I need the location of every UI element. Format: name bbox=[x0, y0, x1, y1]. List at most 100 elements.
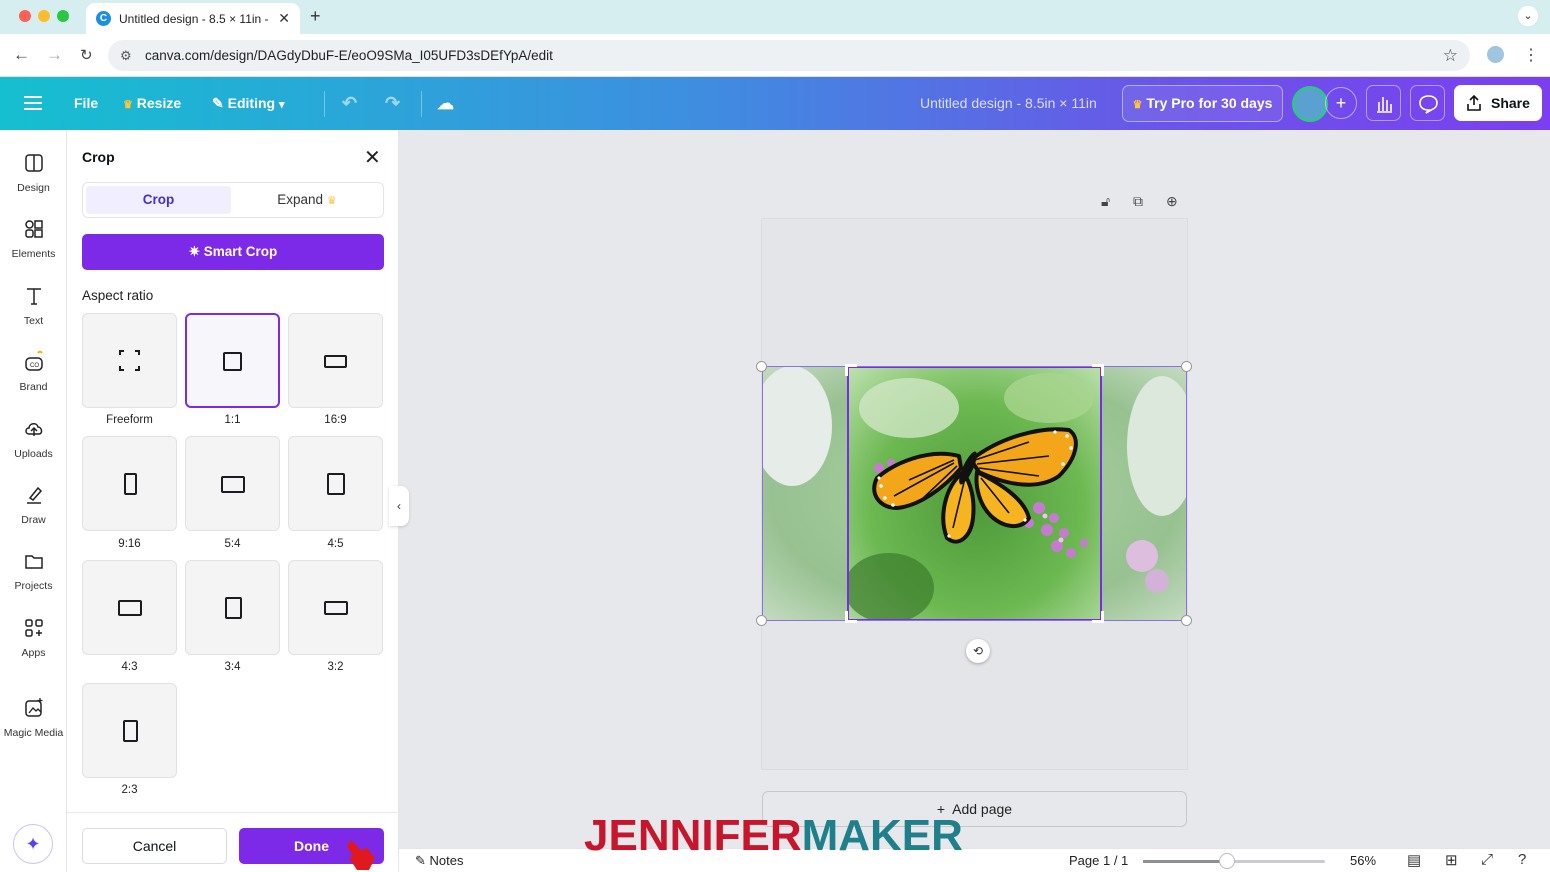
rotate-icon: ⟲ bbox=[972, 644, 984, 658]
rail-item-magic-media[interactable]: Magic Media bbox=[0, 697, 67, 739]
url-input[interactable]: ⚙ canva.com/design/DAGdyDbuF-E/eoO9SMa_I… bbox=[108, 40, 1470, 71]
ratio-tile-9-16[interactable] bbox=[82, 436, 177, 531]
help-icon[interactable]: ? bbox=[1518, 851, 1526, 868]
browser-profile-avatar[interactable] bbox=[1485, 44, 1506, 65]
tab-expand[interactable]: Expand ♛ bbox=[233, 186, 381, 214]
rail-item-projects[interactable]: Projects bbox=[0, 550, 67, 592]
ratio-tile-4-5[interactable] bbox=[288, 436, 383, 531]
close-window-button[interactable] bbox=[19, 10, 31, 22]
new-tab-button[interactable]: + bbox=[310, 6, 321, 27]
crop-corner-handle[interactable] bbox=[1092, 364, 1104, 376]
duplicate-page-icon[interactable]: ⧉ bbox=[1133, 193, 1143, 210]
rail-item-draw[interactable]: Draw bbox=[0, 484, 67, 526]
rail-item-brand[interactable]: CO Brand bbox=[0, 351, 67, 393]
rail-item-uploads[interactable]: Uploads bbox=[0, 418, 67, 460]
main-menu-icon[interactable] bbox=[24, 96, 42, 110]
tab-close-icon[interactable]: ✕ bbox=[278, 10, 290, 27]
notes-button[interactable]: ✎ Notes bbox=[415, 853, 464, 869]
comments-button[interactable] bbox=[1410, 85, 1445, 121]
text-icon bbox=[26, 288, 41, 305]
editing-mode-button[interactable]: ✎ Editing ▾ bbox=[212, 77, 284, 130]
ratio-tile-3-4[interactable] bbox=[185, 560, 280, 655]
browser-menu-icon[interactable]: ⋮ bbox=[1523, 45, 1539, 65]
apps-icon bbox=[24, 619, 43, 637]
reload-icon[interactable]: ↻ bbox=[80, 46, 93, 64]
close-icon[interactable]: ✕ bbox=[364, 145, 381, 170]
crop-corner-handle[interactable] bbox=[1092, 611, 1104, 623]
ratio-tile-2-3[interactable] bbox=[82, 683, 177, 778]
ratio-tile-3-2[interactable] bbox=[288, 560, 383, 655]
resize-button[interactable]: ♛ Resize bbox=[123, 77, 181, 130]
cloud-save-icon[interactable]: ☁ bbox=[437, 77, 454, 130]
bar-chart-icon bbox=[1377, 97, 1392, 113]
page-view-icon[interactable]: ▤ bbox=[1407, 851, 1421, 869]
maximize-window-button[interactable] bbox=[57, 10, 69, 22]
resize-label: Resize bbox=[136, 95, 182, 111]
rail-item-design[interactable]: Design bbox=[0, 152, 67, 194]
design-icon bbox=[24, 154, 43, 172]
insights-button[interactable] bbox=[1366, 85, 1401, 121]
page-indicator[interactable]: Page 1 / 1 bbox=[1069, 853, 1128, 868]
rail-item-label: Draw bbox=[21, 514, 46, 526]
crown-icon: ♛ bbox=[326, 195, 337, 207]
editing-label: Editing bbox=[227, 95, 276, 111]
rail-item-text[interactable]: Text bbox=[0, 285, 67, 327]
fullscreen-icon[interactable]: ⤢ bbox=[1481, 851, 1493, 868]
portrait-ratio-icon bbox=[225, 597, 242, 619]
watermark-part2: MAKER bbox=[801, 811, 963, 860]
zoom-level[interactable]: 56% bbox=[1350, 853, 1376, 868]
browser-tab[interactable]: C Untitled design - 8.5 × 11in - ✕ bbox=[86, 3, 300, 34]
bookmark-star-icon[interactable]: ☆ bbox=[1443, 40, 1458, 71]
rotate-handle[interactable]: ⟲ bbox=[966, 639, 990, 663]
resize-handle[interactable] bbox=[1181, 361, 1192, 372]
canva-favicon-icon: C bbox=[96, 11, 111, 26]
comment-icon bbox=[1419, 95, 1438, 114]
site-settings-icon[interactable]: ⚙ bbox=[120, 40, 132, 71]
undo-icon[interactable]: ↶ bbox=[342, 77, 357, 130]
add-collaborator-button[interactable]: + bbox=[1325, 87, 1357, 119]
redo-icon[interactable]: ↷ bbox=[385, 77, 400, 130]
portrait-ratio-icon bbox=[327, 473, 345, 495]
resize-handle[interactable] bbox=[756, 361, 767, 372]
resize-handle[interactable] bbox=[756, 615, 767, 626]
magic-assistant-button[interactable]: ✦ bbox=[13, 824, 53, 864]
ratio-tile-freeform[interactable] bbox=[82, 313, 177, 408]
file-menu-button[interactable]: File bbox=[74, 77, 98, 130]
ratio-tile-1-1[interactable] bbox=[185, 313, 280, 408]
rail-item-apps[interactable]: Apps bbox=[0, 617, 67, 659]
chevron-down-icon: ▾ bbox=[278, 99, 285, 111]
rail-item-elements[interactable]: Elements bbox=[0, 218, 67, 260]
ratio-label: 4:3 bbox=[121, 661, 138, 673]
resize-handle[interactable] bbox=[1181, 615, 1192, 626]
smart-crop-button[interactable]: ✷ Smart Crop bbox=[82, 234, 384, 270]
panel-title: Crop bbox=[82, 149, 115, 165]
user-avatar[interactable] bbox=[1292, 86, 1328, 122]
ratio-label: 3:4 bbox=[224, 661, 241, 673]
landscape-ratio-icon bbox=[324, 355, 347, 368]
tab-search-chevron-icon[interactable]: ⌄ bbox=[1518, 6, 1538, 26]
crown-icon: ♛ bbox=[1132, 99, 1143, 111]
zoom-slider-knob[interactable] bbox=[1219, 853, 1235, 869]
tab-crop[interactable]: Crop bbox=[86, 186, 231, 214]
collapse-panel-button[interactable]: ‹ bbox=[389, 486, 409, 526]
forward-arrow-icon[interactable]: → bbox=[46, 45, 63, 65]
try-pro-button[interactable]: ♛ Try Pro for 30 days bbox=[1122, 85, 1283, 122]
design-title[interactable]: Untitled design - 8.5in × 11in bbox=[920, 77, 1097, 130]
share-button[interactable]: Share bbox=[1454, 85, 1542, 121]
svg-text:CO: CO bbox=[30, 363, 39, 369]
sparkle-icon: ✦ bbox=[25, 834, 41, 854]
pencil-icon: ✎ bbox=[212, 95, 224, 111]
minimize-window-button[interactable] bbox=[38, 10, 50, 22]
grid-view-icon[interactable]: ⊞ bbox=[1445, 851, 1458, 869]
cancel-button[interactable]: Cancel bbox=[82, 828, 227, 864]
crop-corner-handle[interactable] bbox=[845, 364, 857, 376]
back-arrow-icon[interactable]: ← bbox=[13, 45, 30, 65]
crop-corner-handle[interactable] bbox=[845, 611, 857, 623]
ratio-tile-16-9[interactable] bbox=[288, 313, 383, 408]
add-page-icon[interactable]: ⊕ bbox=[1166, 193, 1178, 210]
lock-icon[interactable]: 🔓︎ bbox=[1101, 193, 1110, 210]
zoom-slider[interactable] bbox=[1143, 853, 1325, 869]
magic-wand-icon: ✷ bbox=[188, 244, 201, 259]
ratio-tile-5-4[interactable] bbox=[185, 436, 280, 531]
ratio-tile-4-3[interactable] bbox=[82, 560, 177, 655]
